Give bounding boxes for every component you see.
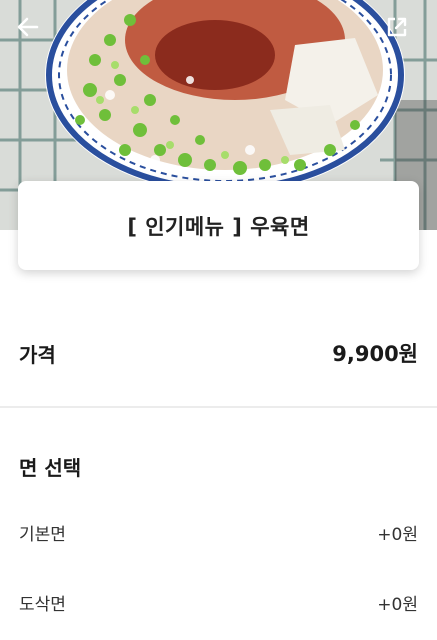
arrow-left-icon (17, 17, 39, 37)
price-row: 가격 9,900원 (0, 318, 437, 388)
menu-title: [ 인기메뉴 ] 우육면 (127, 214, 310, 239)
menu-title-card: [ 인기메뉴 ] 우육면 (18, 181, 419, 270)
section-divider (0, 406, 437, 408)
price-label: 가격 (19, 342, 56, 367)
share-button[interactable] (386, 16, 420, 50)
noodle-option-basic[interactable]: 기본면 +0원 (0, 510, 437, 554)
option-label: 기본면 (19, 524, 66, 545)
option-price: +0원 (377, 594, 418, 615)
option-price: +0원 (377, 524, 418, 545)
noodle-option-knife-cut[interactable]: 도삭면 +0원 (0, 580, 437, 624)
price-value: 9,900원 (332, 342, 418, 366)
option-label: 도삭면 (19, 594, 66, 615)
noodle-section-title: 면 선택 (19, 456, 82, 480)
back-button[interactable] (17, 16, 51, 50)
share-external-icon (387, 17, 407, 37)
